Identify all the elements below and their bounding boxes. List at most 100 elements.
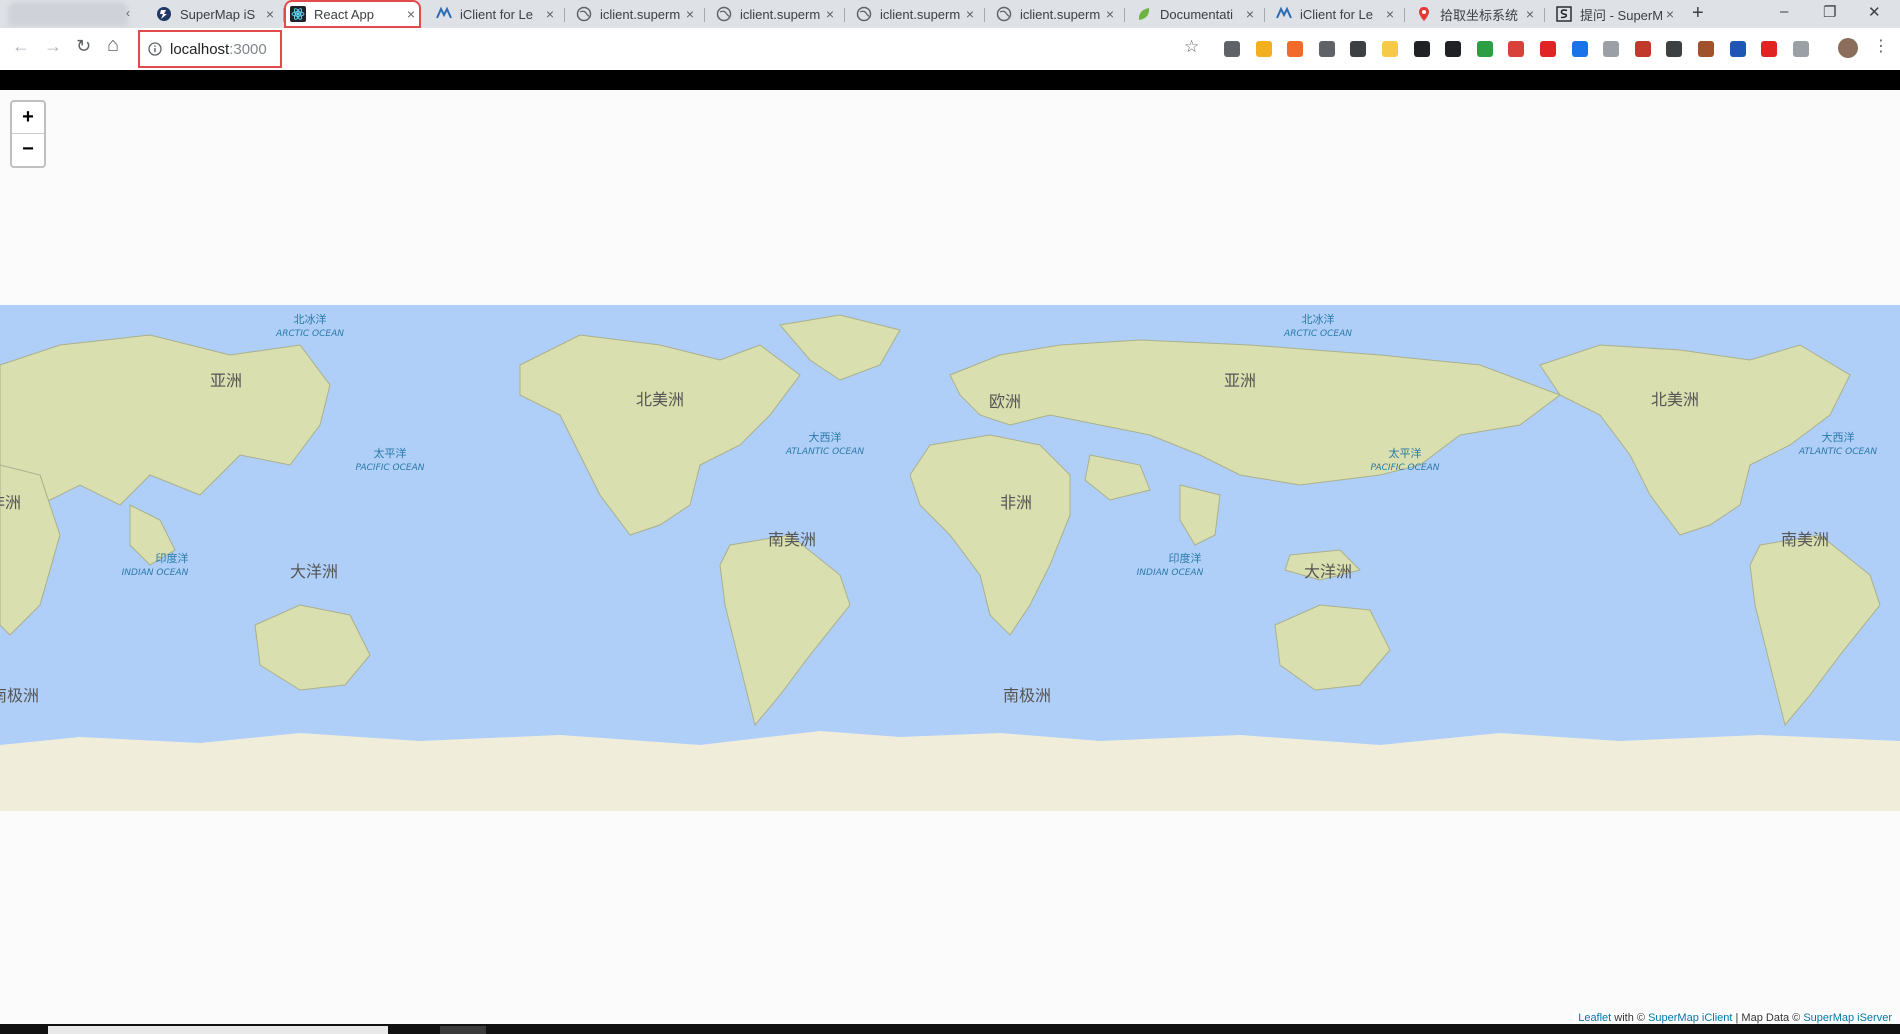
close-icon[interactable]: × xyxy=(1666,6,1674,22)
iclient-link[interactable]: SuperMap iClient xyxy=(1648,1012,1732,1024)
leaflet-link[interactable]: Leaflet xyxy=(1578,1012,1611,1024)
iclient-icon xyxy=(436,6,452,22)
browser-toolbar: ← → ↻ ⌂ localhost:3000 ☆ ⋮ xyxy=(0,28,1900,70)
tab-label: 提问 - SuperM xyxy=(1580,7,1662,23)
window-close-button[interactable]: ✕ xyxy=(1868,3,1881,21)
extension-icon[interactable] xyxy=(1255,41,1272,57)
tab-iclient-for-leaflet[interactable]: iClient for Le × xyxy=(430,0,560,28)
extension-icon[interactable] xyxy=(1792,41,1809,57)
menu-icon[interactable]: ⋮ xyxy=(1873,36,1889,56)
map-label-continent: 南极洲 xyxy=(0,686,39,705)
iclient-icon xyxy=(1276,6,1292,22)
extension-icon[interactable] xyxy=(1382,41,1398,57)
extension-icon[interactable] xyxy=(1350,41,1367,57)
taskbar-item[interactable] xyxy=(440,1026,486,1034)
tab-label: SuperMap iS xyxy=(180,6,256,22)
map-label-ocean: 大西洋 xyxy=(1822,430,1855,444)
map-label-continent: 南极洲 xyxy=(1003,686,1051,705)
close-icon[interactable]: × xyxy=(266,6,274,22)
tab-react-app[interactable]: React App × xyxy=(284,0,421,28)
close-icon[interactable]: × xyxy=(1106,6,1114,22)
new-tab-button[interactable]: + xyxy=(1692,2,1704,25)
tab-iclient-superm-3[interactable]: iclient.superm × xyxy=(850,0,980,28)
s-logo-icon xyxy=(1556,6,1572,22)
close-icon[interactable]: × xyxy=(686,6,694,22)
tab-supermap-is[interactable]: SuperMap iS × xyxy=(150,0,280,28)
close-icon[interactable]: × xyxy=(407,6,415,22)
tab-divider xyxy=(1544,8,1545,22)
extension-icon[interactable] xyxy=(1508,41,1525,57)
extension-icon[interactable] xyxy=(1761,41,1778,57)
extension-icon[interactable] xyxy=(1571,41,1588,57)
map-container[interactable]: 北冰洋 ARCTIC OCEAN 北冰洋 ARCTIC OCEAN 亚洲 亚洲 … xyxy=(0,90,1900,1024)
map-label-ocean: 太平洋 xyxy=(374,446,407,460)
tab-strip: ‹ SuperMap iS × React App × iClient for … xyxy=(0,0,1900,28)
map-pin-icon xyxy=(1416,6,1432,22)
close-icon[interactable]: × xyxy=(966,6,974,22)
map-label-ocean-en: ARCTIC OCEAN xyxy=(1283,329,1352,339)
home-button[interactable]: ⌂ xyxy=(107,34,119,57)
tab-iclient-superm-4[interactable]: iclient.superm × xyxy=(990,0,1120,28)
tab-documentation[interactable]: Documentati × xyxy=(1130,0,1260,28)
world-map-tiles[interactable]: 北冰洋 ARCTIC OCEAN 北冰洋 ARCTIC OCEAN 亚洲 亚洲 … xyxy=(0,305,1900,811)
antarctica-ice xyxy=(0,731,1900,811)
forward-button[interactable]: → xyxy=(44,36,62,57)
tab-pick-coordinates[interactable]: 拾取坐标系统 × xyxy=(1410,0,1540,28)
tab-label: Documentati xyxy=(1160,6,1233,22)
map-label-continent: 亚洲 xyxy=(1224,371,1256,390)
extension-icon[interactable] xyxy=(1666,41,1683,57)
supermap-icon xyxy=(156,6,172,22)
map-label-continent: 欧洲 xyxy=(989,392,1021,411)
extension-icon[interactable] xyxy=(1603,41,1620,57)
url-port: :3000 xyxy=(229,40,267,58)
map-attribution: Leaflet with © SuperMap iClient | Map Da… xyxy=(1574,1012,1896,1024)
map-label-ocean-en: PACIFIC OCEAN xyxy=(1371,463,1440,473)
extension-icon[interactable] xyxy=(1634,41,1651,57)
minimize-button[interactable]: – xyxy=(1780,3,1788,20)
close-icon[interactable]: × xyxy=(826,6,834,22)
react-icon xyxy=(290,6,306,22)
map-label-ocean: 印度洋 xyxy=(1169,551,1202,565)
globe-icon xyxy=(856,6,872,22)
leaf-icon xyxy=(1136,6,1152,22)
tab-scroll-left-icon[interactable]: ‹ xyxy=(126,6,130,20)
close-icon[interactable]: × xyxy=(1246,6,1254,22)
extension-icon[interactable] xyxy=(1445,41,1462,57)
tab-label: iClient for Le xyxy=(460,6,533,22)
avatar[interactable] xyxy=(1838,38,1858,58)
extension-icon[interactable] xyxy=(1476,41,1493,57)
iserver-link[interactable]: SuperMap iServer xyxy=(1803,1012,1892,1024)
extension-icon[interactable] xyxy=(1413,41,1430,57)
tab-label: 拾取坐标系统 xyxy=(1440,7,1519,23)
extension-icon[interactable] xyxy=(1318,41,1335,57)
taskbar-item[interactable] xyxy=(48,1026,388,1034)
map-label-continent: 大洋洲 xyxy=(290,562,338,581)
back-button[interactable]: ← xyxy=(12,36,30,57)
extension-icon[interactable] xyxy=(1729,41,1746,57)
app-header-bar xyxy=(0,70,1900,90)
tab-ask-question[interactable]: 提问 - SuperM × xyxy=(1550,0,1680,28)
map-label-continent: 非洲 xyxy=(0,493,21,512)
close-icon[interactable]: × xyxy=(1526,6,1534,22)
extension-icon[interactable] xyxy=(1540,41,1556,57)
close-icon[interactable]: × xyxy=(546,6,554,22)
address-bar[interactable]: localhost:3000 xyxy=(138,30,282,68)
blurred-tab[interactable] xyxy=(8,2,128,26)
tab-iclient-for-leaflet-2[interactable]: iClient for Le × xyxy=(1270,0,1400,28)
map-label-ocean-en: PACIFIC OCEAN xyxy=(356,463,425,473)
zoom-out-button[interactable]: − xyxy=(12,133,44,165)
extension-icon[interactable] xyxy=(1224,41,1240,57)
extension-icon[interactable] xyxy=(1287,41,1304,57)
tab-iclient-superm-1[interactable]: iclient.superm × xyxy=(570,0,700,28)
zoom-in-button[interactable]: + xyxy=(12,102,44,133)
globe-icon xyxy=(996,6,1012,22)
tab-iclient-superm-2[interactable]: iclient.superm × xyxy=(710,0,840,28)
extension-icon[interactable] xyxy=(1698,41,1714,57)
tab-divider xyxy=(564,8,565,22)
reload-button[interactable]: ↻ xyxy=(76,36,91,57)
bookmark-star-icon[interactable]: ☆ xyxy=(1184,37,1199,57)
tab-divider xyxy=(1264,8,1265,22)
restore-button[interactable]: ❐ xyxy=(1823,3,1836,21)
close-icon[interactable]: × xyxy=(1386,6,1394,22)
info-icon[interactable] xyxy=(148,42,162,56)
